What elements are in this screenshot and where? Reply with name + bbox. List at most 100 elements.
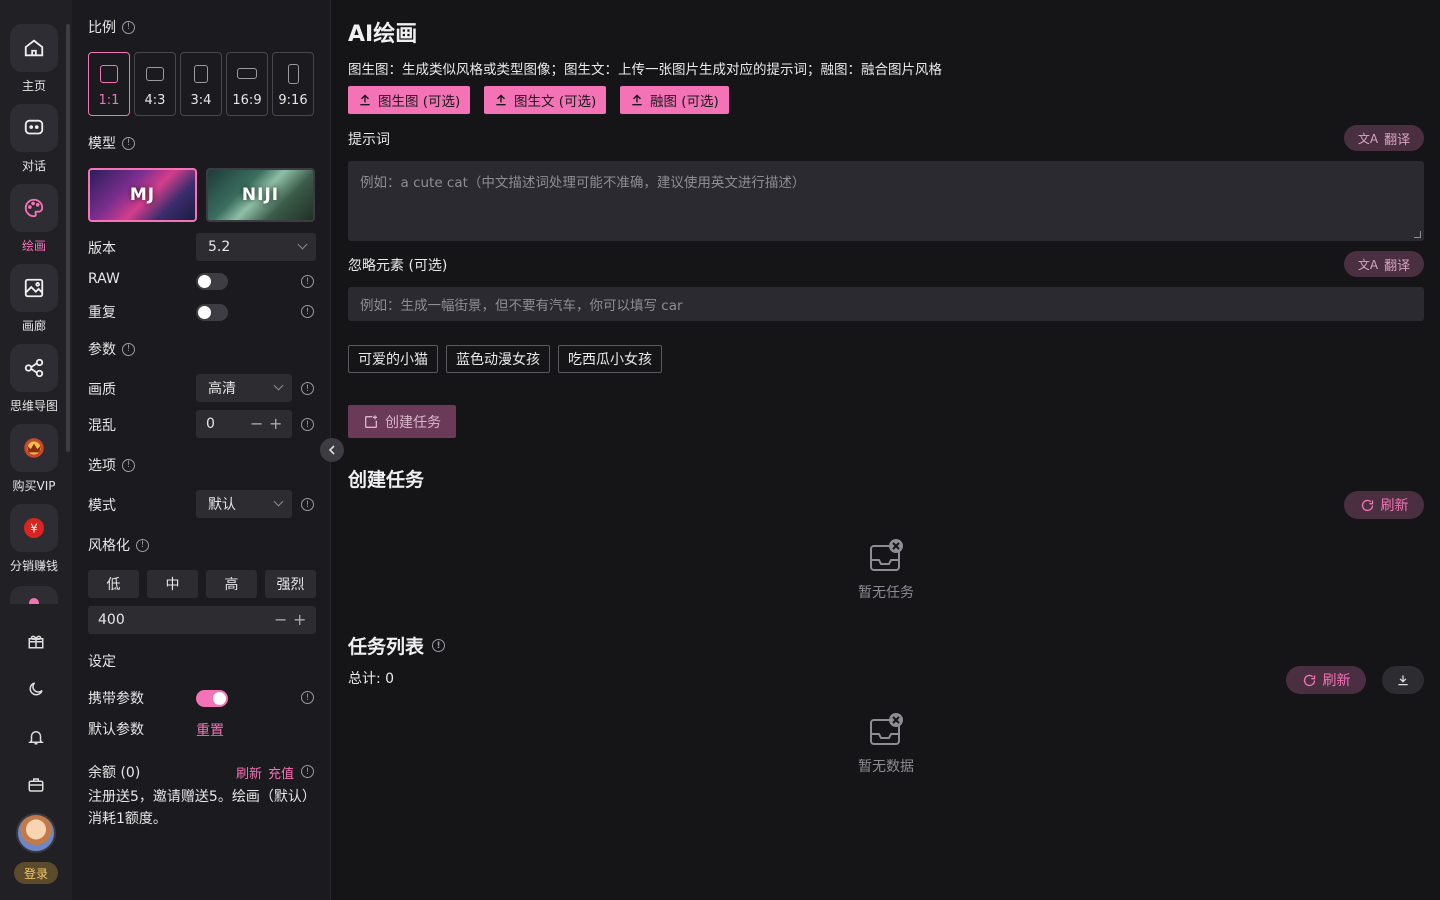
svg-text:¥: ¥ (30, 522, 38, 536)
info-icon[interactable]: ! (301, 418, 314, 431)
stylize-high-button[interactable]: 高 (206, 570, 257, 598)
example-chip[interactable]: 吃西瓜小女孩 (558, 345, 662, 373)
reset-link[interactable]: 重置 (196, 720, 224, 740)
download-icon (1398, 675, 1408, 686)
refresh-label: 刷新 (1322, 673, 1351, 689)
model-option-niji[interactable]: NIJI (206, 168, 315, 222)
plus-icon[interactable]: + (269, 414, 282, 433)
info-icon[interactable]: ! (122, 342, 135, 356)
version-select[interactable]: 5.2 (196, 233, 316, 261)
task-total: 总计: 0 (348, 671, 395, 687)
nav-label: 购买VIP (12, 479, 56, 493)
chat-icon (10, 104, 58, 152)
carry-params-toggle[interactable] (196, 690, 228, 707)
refresh-task-list-button[interactable]: 刷新 (1286, 666, 1366, 694)
landscape-ratio-icon (146, 67, 164, 81)
nav-item-distribution[interactable]: ¥ 分销赚钱 (6, 504, 62, 574)
chaos-stepper[interactable]: 0 − + (196, 410, 292, 438)
ratio-option-3-4[interactable]: 3:4 (180, 52, 222, 116)
version-select-value: 5.2 (208, 239, 231, 255)
nav-item-vip[interactable]: 购买VIP (6, 424, 62, 494)
empty-task-list-text: 暂无数据 (858, 759, 914, 775)
nav-item-home[interactable]: 主页 (6, 24, 62, 94)
create-task-label: 创建任务 (385, 414, 441, 431)
plus-icon[interactable]: + (293, 610, 306, 629)
translate-prompt-button[interactable]: 文A 翻译 (1344, 125, 1424, 151)
upload-icon (360, 94, 370, 106)
nav-scrollbar[interactable] (66, 24, 70, 452)
minus-icon[interactable]: − (250, 414, 263, 433)
mode-select[interactable]: 默认 (196, 490, 292, 518)
create-task-button[interactable]: 创建任务 (348, 405, 456, 438)
bell-icon[interactable] (18, 719, 54, 755)
ratio-option-4-3[interactable]: 4:3 (134, 52, 176, 116)
login-button[interactable]: 登录 (14, 862, 58, 884)
raw-toggle[interactable] (196, 273, 228, 290)
info-icon[interactable]: ! (122, 136, 135, 150)
info-icon[interactable]: ! (301, 765, 314, 778)
recharge-link[interactable]: 充值 (268, 763, 294, 782)
create-section-title: 创建任务 (348, 465, 424, 492)
stylize-medium-button[interactable]: 中 (147, 570, 198, 598)
info-icon[interactable]: ! (301, 305, 314, 318)
chevron-down-icon (273, 380, 284, 391)
example-chip[interactable]: 蓝色动漫女孩 (446, 345, 550, 373)
translate-negative-button[interactable]: 文A 翻译 (1344, 251, 1424, 277)
stylize-strong-button[interactable]: 强烈 (265, 570, 316, 598)
nav-item-draw[interactable]: 绘画 (6, 184, 62, 254)
stylize-low-button[interactable]: 低 (88, 570, 139, 598)
prompt-textarea[interactable]: 例如：a cute cat（中文描述词处理可能不准确，建议使用英文进行描述） (348, 161, 1424, 241)
upload-blend-button[interactable]: 融图 (可选) (620, 86, 729, 114)
resize-handle-icon[interactable] (1414, 231, 1421, 238)
balance-refresh-link[interactable]: 刷新 (236, 763, 262, 782)
moon-icon[interactable] (18, 671, 54, 707)
upload-icon (496, 94, 506, 106)
create-section-title-text: 创建任务 (348, 469, 425, 491)
quota-note: 注册送5，邀请赠送5。绘画（默认）消耗1额度。 (88, 789, 316, 827)
minus-icon[interactable]: − (274, 610, 287, 629)
nav-label: 绘画 (21, 239, 46, 253)
example-chip[interactable]: 可爱的小猫 (348, 345, 438, 373)
avatar[interactable] (16, 813, 56, 853)
model-label-text: 模型 (88, 136, 116, 152)
collapse-panel-button[interactable] (320, 438, 344, 462)
home-icon (10, 24, 58, 72)
gallery-icon (10, 264, 58, 312)
stylize-stepper[interactable]: 400 − + (88, 606, 316, 634)
negative-prompt-input[interactable]: 例如：生成一幅街景，但不要有汽车，你可以填写 car (348, 287, 1424, 321)
upload-img2img-button[interactable]: 图生图 (可选) (348, 86, 471, 114)
nav-item-chat[interactable]: 对话 (6, 104, 62, 174)
balance-label: 余额 (0) (88, 765, 141, 781)
info-icon[interactable]: ! (122, 20, 135, 34)
info-icon[interactable]: ! (136, 538, 149, 552)
gift-icon[interactable] (18, 623, 54, 659)
ratio-option-16-9[interactable]: 16:9 (226, 52, 268, 116)
model-option-mj[interactable]: MJ (88, 168, 197, 222)
ratio-option-1-1[interactable]: 1:1 (88, 52, 130, 116)
square-ratio-icon (100, 65, 118, 83)
prompt-label: 提示词 (348, 132, 390, 148)
info-icon[interactable]: ! (122, 458, 135, 472)
task-list-title-text: 任务列表 (348, 636, 425, 658)
empty-inbox-icon (868, 712, 904, 748)
info-icon[interactable]: ! (301, 382, 314, 395)
palette-icon (10, 184, 58, 232)
info-icon[interactable]: ! (301, 498, 314, 511)
briefcase-icon[interactable] (18, 767, 54, 803)
ratio-option-9-16[interactable]: 9:16 (272, 52, 314, 116)
add-task-icon (365, 414, 377, 428)
nav-item-gallery[interactable]: 画廊 (6, 264, 62, 334)
ratio-label-text: 比例 (88, 20, 116, 36)
download-button[interactable] (1382, 666, 1424, 694)
refresh-create-button[interactable]: 刷新 (1344, 491, 1424, 519)
stylize-label-text: 风格化 (88, 538, 130, 554)
quality-select[interactable]: 高清 (196, 374, 292, 402)
info-icon[interactable]: ! (301, 275, 314, 288)
upload-img2text-button[interactable]: 图生文 (可选) (484, 86, 607, 114)
nav-label: 对话 (21, 159, 46, 173)
translate-label: 翻译 (1384, 132, 1411, 148)
info-icon[interactable]: ! (301, 691, 314, 704)
nav-item-mindmap[interactable]: 思维导图 (6, 344, 62, 414)
info-icon[interactable]: ! (432, 639, 446, 652)
repeat-toggle[interactable] (196, 304, 228, 321)
